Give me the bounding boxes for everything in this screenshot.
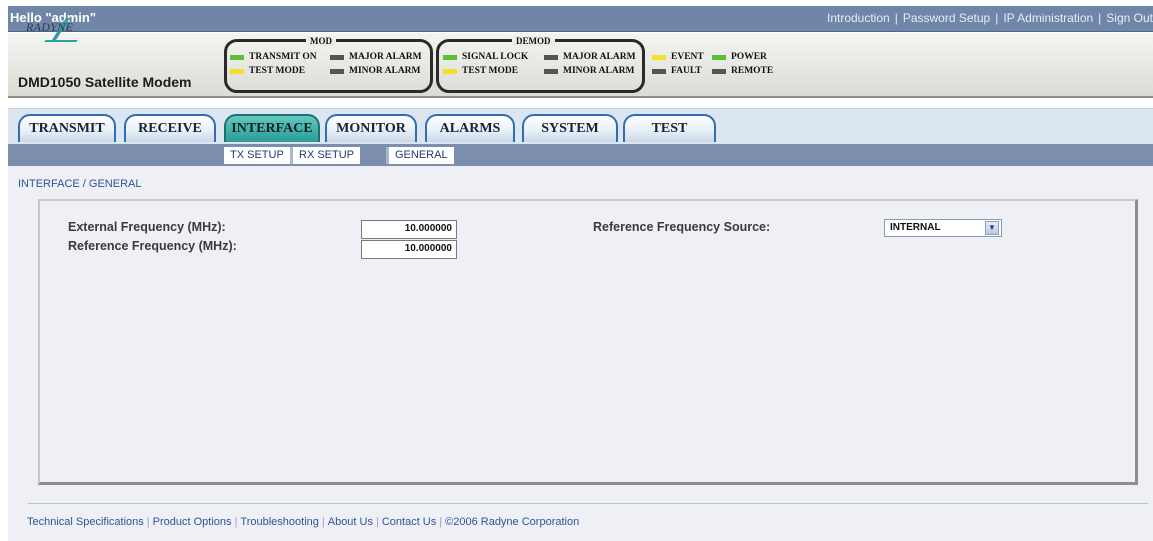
off-led-icon <box>544 68 558 74</box>
link-about-us[interactable]: About Us <box>328 516 373 528</box>
led-demod-major-alarm: MAJOR ALARM <box>544 52 636 62</box>
link-technical-specifications[interactable]: Technical Specifications <box>27 516 144 528</box>
logo-text: RADYNE <box>26 20 74 34</box>
demod-group-title: DEMOD <box>512 36 555 46</box>
led-demod-minor-alarm: MINOR ALARM <box>544 66 635 76</box>
link-contact-us[interactable]: Contact Us <box>382 516 436 528</box>
led-label: TEST MODE <box>249 66 306 76</box>
separator: | <box>894 11 898 25</box>
led-label: MINOR ALARM <box>563 66 635 76</box>
tab-test[interactable]: TEST <box>623 114 716 142</box>
led-mod-major-alarm: MAJOR ALARM <box>330 52 422 62</box>
tab-system[interactable]: SYSTEM <box>522 114 618 142</box>
reference-source-select[interactable]: INTERNAL ▼ <box>884 219 1002 237</box>
led-label: EVENT <box>671 52 704 62</box>
led-transmit-on: TRANSMIT ON <box>230 52 317 62</box>
yellow-led-icon <box>230 68 244 74</box>
link-product-options[interactable]: Product Options <box>153 516 232 528</box>
link-introduction[interactable]: Introduction <box>827 11 890 25</box>
footer-links: Technical Specifications | Product Options… <box>27 516 579 528</box>
led-label: MAJOR ALARM <box>563 52 636 62</box>
sub-nav-bar <box>8 144 1153 166</box>
chevron-down-icon[interactable]: ▼ <box>985 221 999 235</box>
reference-source-label: Reference Frequency Source: <box>593 220 771 234</box>
led-label: MINOR ALARM <box>349 66 421 76</box>
yellow-led-icon <box>443 68 457 74</box>
off-led-icon <box>330 54 344 60</box>
external-frequency-label: External Frequency (MHz): <box>68 220 226 234</box>
link-sign-out[interactable]: Sign Out <box>1106 11 1153 25</box>
reference-frequency-label: Reference Frequency (MHz): <box>68 239 237 253</box>
green-led-icon <box>230 54 244 60</box>
led-label: POWER <box>731 52 767 62</box>
reference-source-value: INTERNAL <box>890 222 941 233</box>
external-frequency-input[interactable]: 10.000000 <box>361 220 457 239</box>
led-label: MAJOR ALARM <box>349 52 422 62</box>
tab-interface[interactable]: INTERFACE <box>224 114 320 142</box>
separator: | <box>439 516 443 528</box>
led-fault: FAULT <box>652 66 702 76</box>
green-led-icon <box>443 54 457 60</box>
led-label: TEST MODE <box>462 66 519 76</box>
mod-group-title: MOD <box>306 36 336 46</box>
tab-transmit[interactable]: TRANSMIT <box>18 114 116 142</box>
copyright-link[interactable]: ©2006 Radyne Corporation <box>445 516 579 528</box>
tab-alarms[interactable]: ALARMS <box>425 114 515 142</box>
separator: | <box>1098 11 1102 25</box>
led-remote: REMOTE <box>712 66 773 76</box>
led-label: SIGNAL LOCK <box>462 52 529 62</box>
green-led-icon <box>712 54 726 60</box>
off-led-icon <box>652 68 666 74</box>
led-label: REMOTE <box>731 66 774 76</box>
top-links: Introduction | Password Setup | IP Administr… <box>827 11 1153 25</box>
top-bar: Hello "admin" Introduction | Password Setu… <box>8 6 1153 32</box>
separator: | <box>375 516 379 528</box>
off-led-icon <box>544 54 558 60</box>
led-signal-lock: SIGNAL LOCK <box>443 52 528 62</box>
led-label: TRANSMIT ON <box>249 52 317 62</box>
tab-receive[interactable]: RECEIVE <box>124 114 216 142</box>
subtab-rx-setup[interactable]: RX SETUP <box>290 147 361 164</box>
subtab-general[interactable]: GENERAL <box>386 147 454 164</box>
model-name: DMD1050 Satellite Modem <box>18 74 192 90</box>
led-label: FAULT <box>671 66 702 76</box>
led-mod-test-mode: TEST MODE <box>230 66 305 76</box>
separator: | <box>146 516 150 528</box>
reference-frequency-input[interactable]: 10.000000 <box>361 240 457 259</box>
separator: | <box>321 516 325 528</box>
led-power: POWER <box>712 52 767 62</box>
led-mod-minor-alarm: MINOR ALARM <box>330 66 421 76</box>
off-led-icon <box>712 68 726 74</box>
link-ip-administration[interactable]: IP Administration <box>1003 11 1093 25</box>
link-troubleshooting[interactable]: Troubleshooting <box>240 516 318 528</box>
link-password-setup[interactable]: Password Setup <box>903 11 990 25</box>
breadcrumb: INTERFACE / GENERAL <box>18 178 142 190</box>
led-demod-test-mode: TEST MODE <box>443 66 518 76</box>
off-led-icon <box>330 68 344 74</box>
tab-monitor[interactable]: MONITOR <box>325 114 417 142</box>
footer-divider <box>28 503 1148 504</box>
yellow-led-icon <box>652 54 666 60</box>
subtab-tx-setup[interactable]: TX SETUP <box>224 147 290 164</box>
separator: | <box>995 11 999 25</box>
led-event: EVENT <box>652 52 704 62</box>
